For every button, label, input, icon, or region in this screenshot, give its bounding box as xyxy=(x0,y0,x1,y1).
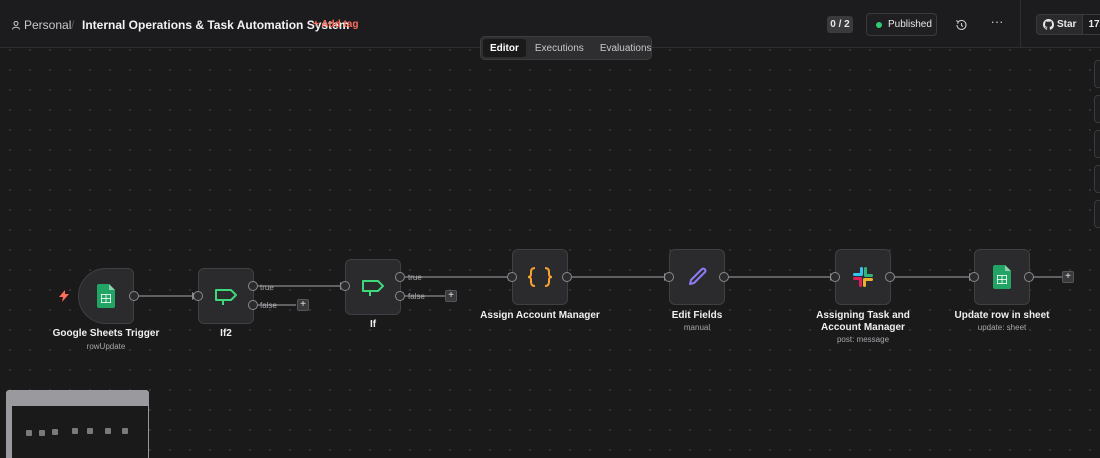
node-title-line: Assigning Task and xyxy=(816,310,910,321)
node-title: Update row in sheet xyxy=(954,310,1050,321)
connection-wires xyxy=(139,273,1062,306)
input-handle[interactable] xyxy=(830,272,840,282)
node-title: Google Sheets Trigger xyxy=(52,328,160,339)
add-node-button[interactable]: + xyxy=(297,299,309,311)
output-handle[interactable] xyxy=(719,272,729,282)
node-title: If2 xyxy=(220,328,232,339)
node-if[interactable] xyxy=(345,259,401,315)
google-sheets-icon xyxy=(993,265,1011,289)
if-icon xyxy=(362,280,384,296)
input-handle[interactable] xyxy=(507,272,517,282)
branch-label-true: true xyxy=(260,283,274,292)
if-icon xyxy=(215,289,237,305)
add-node-button[interactable]: + xyxy=(1062,271,1074,283)
minimap-node xyxy=(39,430,45,436)
pencil-icon xyxy=(689,267,707,285)
trigger-bolt-icon xyxy=(59,290,69,302)
node-title: Assign Account Manager xyxy=(480,310,600,321)
node-title: Assigning Task and Account Manager xyxy=(816,310,910,334)
output-handle[interactable] xyxy=(129,291,139,301)
output-handle[interactable] xyxy=(562,272,572,282)
node-update-row-in-sheet[interactable] xyxy=(974,249,1030,305)
output-handle-false[interactable] xyxy=(248,300,258,310)
node-title: If xyxy=(369,319,377,330)
node-subtitle: manual xyxy=(683,323,711,332)
node-google-sheets-trigger[interactable] xyxy=(78,268,134,324)
output-handle-true[interactable] xyxy=(248,281,258,291)
add-node-button[interactable]: + xyxy=(445,290,457,302)
node-subtitle: rowUpdate xyxy=(86,342,126,351)
google-sheets-icon xyxy=(97,284,115,308)
minimap-node xyxy=(72,428,78,434)
node-subtitle: post: message xyxy=(836,335,890,344)
output-handle[interactable] xyxy=(1024,272,1034,282)
code-braces-icon xyxy=(527,267,553,287)
output-handle[interactable] xyxy=(885,272,895,282)
minimap-node xyxy=(87,428,93,434)
minimap[interactable] xyxy=(6,390,149,458)
node-assigning-task[interactable] xyxy=(835,249,891,305)
node-assign-account-manager[interactable] xyxy=(512,249,568,305)
node-subtitle: update: sheet xyxy=(977,323,1027,332)
output-handle-false[interactable] xyxy=(395,291,405,301)
input-handle[interactable] xyxy=(969,272,979,282)
minimap-node xyxy=(105,428,111,434)
minimap-viewport[interactable] xyxy=(12,406,148,458)
output-handle-true[interactable] xyxy=(395,272,405,282)
node-if2[interactable] xyxy=(198,268,254,324)
minimap-node xyxy=(26,430,32,436)
slack-icon xyxy=(853,267,873,287)
input-handle[interactable] xyxy=(340,281,350,291)
node-title: Edit Fields xyxy=(671,310,723,321)
branch-label-true: true xyxy=(408,273,422,282)
minimap-node xyxy=(122,428,128,434)
node-title-line: Account Manager xyxy=(821,322,905,333)
branch-label-false: false xyxy=(408,292,425,301)
input-handle[interactable] xyxy=(193,291,203,301)
minimap-node xyxy=(52,429,58,435)
node-edit-fields[interactable] xyxy=(669,249,725,305)
branch-label-false: false xyxy=(260,301,277,310)
input-handle[interactable] xyxy=(664,272,674,282)
